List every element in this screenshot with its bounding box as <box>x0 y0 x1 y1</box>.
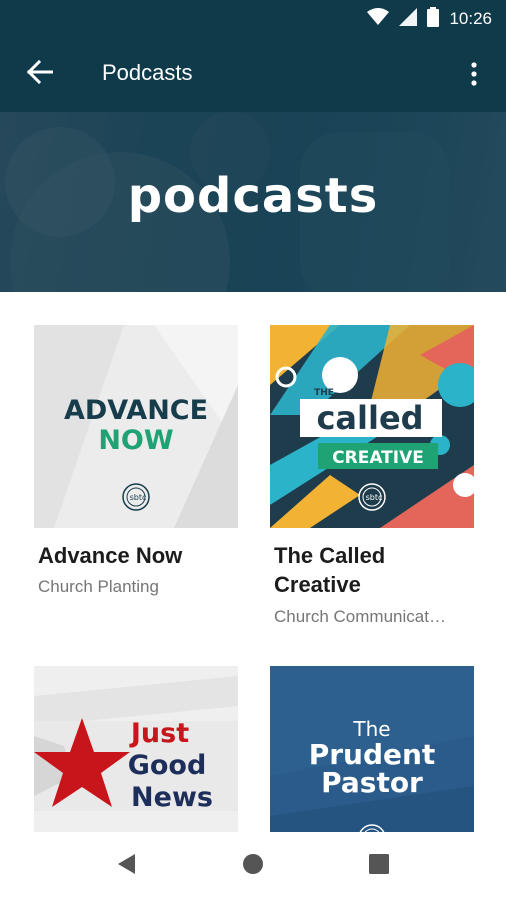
nav-recents-button[interactable] <box>359 850 399 882</box>
art-line-3: CREATIVE <box>332 448 424 468</box>
podcast-artwork[interactable]: The Prudent Pastor <box>270 666 474 832</box>
podcast-card-the-prudent-pastor[interactable]: The Prudent Pastor <box>270 666 474 832</box>
art-line-3: Pastor <box>321 766 423 799</box>
wifi-icon <box>367 7 390 31</box>
back-button[interactable] <box>18 52 62 96</box>
podcast-artwork[interactable]: THE called CREATIVE sbtc <box>270 325 474 528</box>
podcast-card-advance-now[interactable]: ADVANCE NOW sbtc Advance Now Church Plan… <box>34 325 238 615</box>
status-time: 10:26 <box>449 9 492 28</box>
art-line-1: Just <box>129 718 189 749</box>
system-nav-bar <box>0 832 506 900</box>
art-line-1: ADVANCE <box>64 395 208 426</box>
podcast-card-just-good-news[interactable]: Just Good News <box>34 666 238 832</box>
app-bar: Podcasts <box>0 38 506 112</box>
art-logo-text: sbtc <box>130 493 147 502</box>
podcast-title: The Called Creative <box>274 543 386 597</box>
status-icons: 10:26 <box>367 6 492 32</box>
podcast-title: Advance Now <box>38 543 183 568</box>
podcast-artwork[interactable]: Just Good News <box>34 666 238 832</box>
art-line-3: News <box>131 782 213 813</box>
art-logo-text: sbtc <box>366 493 383 502</box>
status-bar: 10:26 <box>0 0 506 38</box>
recents-square-icon <box>369 853 389 879</box>
art-line-2: NOW <box>98 425 173 456</box>
nav-back-button[interactable] <box>106 850 146 882</box>
back-arrow-icon <box>26 59 54 89</box>
sbtc-logo-icon: sbtc <box>122 483 150 511</box>
battery-icon <box>427 6 440 32</box>
podcast-category: Church Communicat… <box>274 607 446 626</box>
nav-home-button[interactable] <box>233 850 273 882</box>
hero-banner: podcasts <box>0 112 506 292</box>
sbtc-logo-icon: sbtc <box>358 483 386 511</box>
podcast-artwork[interactable]: ADVANCE NOW sbtc <box>34 325 238 528</box>
more-vert-icon <box>470 61 478 91</box>
podcast-category: Church Planting <box>38 577 159 596</box>
podcast-card-the-called-creative[interactable]: THE called CREATIVE sbtc The Called Crea… <box>270 325 474 635</box>
app-title: Podcasts <box>102 60 193 85</box>
art-line-2: called <box>316 399 423 437</box>
signal-icon <box>399 7 418 31</box>
home-circle-icon <box>242 853 264 880</box>
back-triangle-icon <box>116 853 136 880</box>
more-options-button[interactable] <box>454 54 494 98</box>
hero-title: podcasts <box>127 168 379 224</box>
art-line-1: THE <box>314 388 334 398</box>
art-line-2: Good <box>128 750 207 781</box>
